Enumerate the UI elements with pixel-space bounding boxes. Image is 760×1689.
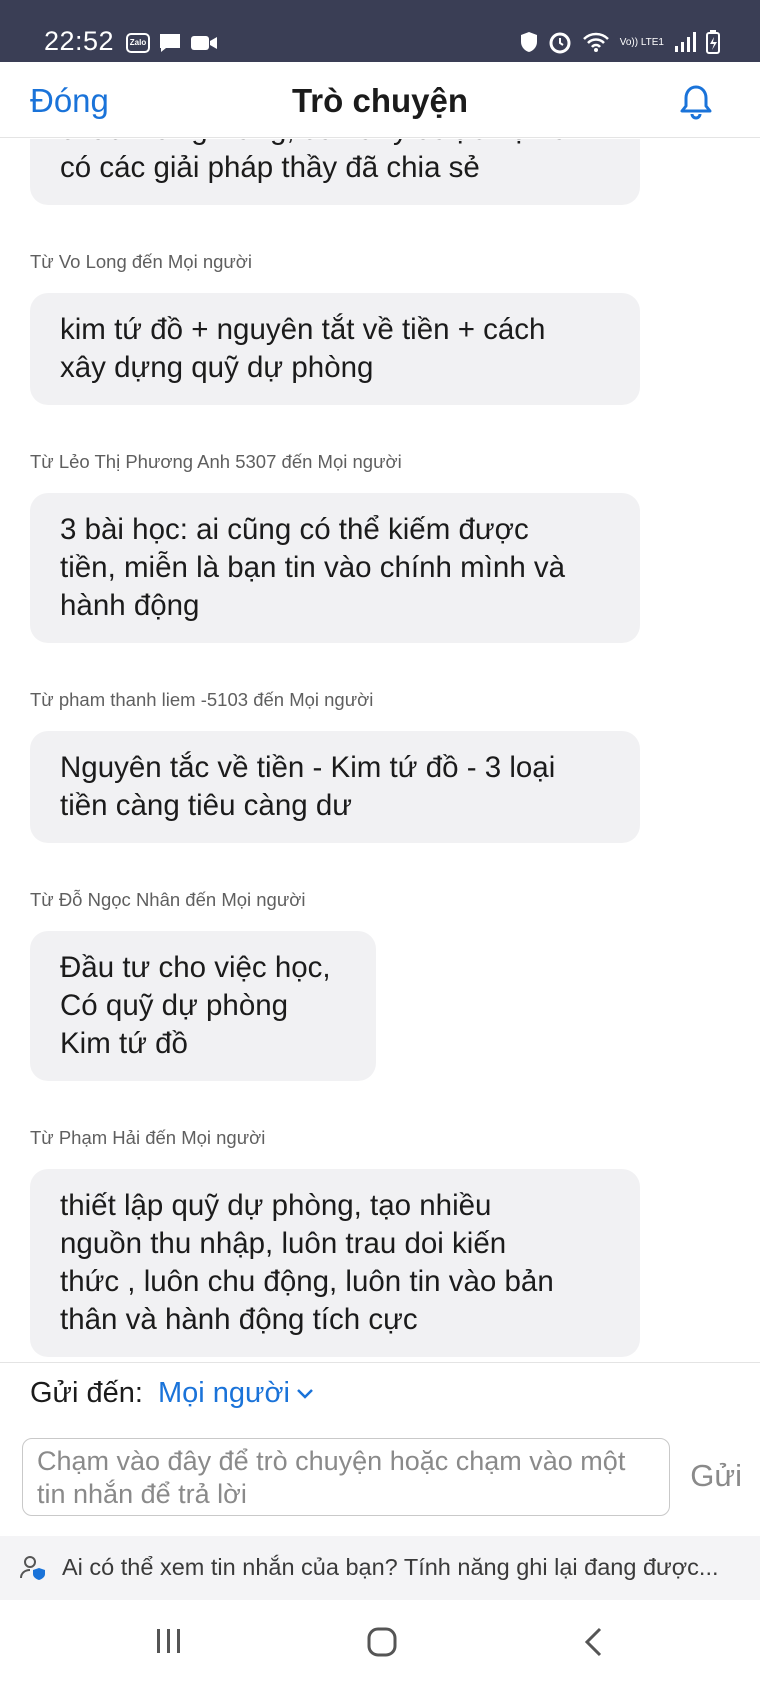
shield-icon <box>520 32 537 52</box>
user-shield-icon <box>20 1556 45 1580</box>
message-bubble[interactable]: Nguyên tắc về tiền - Kim tứ đồ - 3 loại … <box>30 731 640 843</box>
chevron-down-icon <box>297 1388 313 1399</box>
status-bar: 22:52 Zalo Vo)) LTE1 <box>0 0 760 62</box>
message-bubble[interactable]: Đầu tư cho việc học, Có quỹ dự phòng Kim… <box>30 931 376 1081</box>
signal-icon <box>675 32 696 52</box>
message: chúc mừng Hằng, đã xử lý được nợ và có c… <box>0 139 760 205</box>
message-bubble[interactable]: thiết lập quỹ dự phòng, tạo nhiều nguồn … <box>30 1169 640 1357</box>
notice-text: Ai có thể xem tin nhắn của bạn? Tính năn… <box>62 1554 719 1580</box>
wifi-icon <box>582 32 609 52</box>
zalo-app-icon: Zalo <box>126 33 150 53</box>
status-time: 22:52 <box>44 26 115 56</box>
message-sender: Từ Phạm Hải đến Mọi người <box>30 1127 266 1148</box>
alarm-icon <box>549 32 571 54</box>
home-icon[interactable] <box>366 1626 398 1658</box>
system-icons: Vo)) LTE1 <box>520 30 720 54</box>
recent-apps-icon[interactable] <box>154 1626 184 1656</box>
message-bubble[interactable]: 3 bài học: ai cũng có thể kiếm được tiền… <box>30 493 640 643</box>
chat-header: Đóng Trò chuyện <box>0 62 760 138</box>
message-sender: Từ Đỗ Ngọc Nhân đến Mọi người <box>30 889 306 910</box>
battery-icon <box>706 30 720 54</box>
message-sender: Từ pham thanh liem -5103 đến Mọi người <box>30 689 374 710</box>
message-bubble[interactable]: chúc mừng Hằng, đã xử lý được nợ và có c… <box>30 139 640 205</box>
message: Từ Đỗ Ngọc Nhân đến Mọi người Đầu tư cho… <box>0 889 760 1081</box>
chat-icon <box>160 34 180 52</box>
message-sender: Từ Lẻo Thị Phương Anh 5307 đến Mọi người <box>30 451 402 472</box>
bell-icon[interactable] <box>676 82 716 122</box>
recipient-value: Mọi người <box>158 1377 290 1409</box>
send-to-row: Gửi đến: Mọi người <box>0 1362 760 1426</box>
page-title: Trò chuyện <box>291 82 469 119</box>
message: Từ Phạm Hải đến Mọi người thiết lập quỹ … <box>0 1127 760 1357</box>
lte-label: Vo)) LTE1 <box>619 36 664 48</box>
notification-icons: Zalo <box>126 32 218 54</box>
message-input[interactable]: Chạm vào đây để trò chuyện hoặc chạm vào… <box>22 1438 670 1516</box>
video-icon <box>191 36 217 50</box>
send-to-label: Gửi đến: <box>30 1377 143 1409</box>
message: Từ Lẻo Thị Phương Anh 5307 đến Mọi người… <box>0 451 760 643</box>
message-bubble[interactable]: kim tứ đồ + nguyên tắt về tiền + cách xâ… <box>30 293 640 405</box>
send-button[interactable]: Gửi <box>690 1458 742 1494</box>
system-nav-bar <box>0 1600 760 1689</box>
message-sender: Từ Vo Long đến Mọi người <box>30 251 253 272</box>
message: Từ pham thanh liem -5103 đến Mọi người N… <box>0 689 760 843</box>
privacy-notice[interactable]: Ai có thể xem tin nhắn của bạn? Tính năn… <box>0 1536 760 1600</box>
recipient-select[interactable]: Mọi người <box>158 1377 314 1410</box>
back-icon[interactable] <box>582 1626 606 1658</box>
message: Từ Vo Long đến Mọi người kim tứ đồ + ngu… <box>0 251 760 405</box>
chat-messages[interactable]: chúc mừng Hằng, đã xử lý được nợ và có c… <box>0 139 760 1361</box>
